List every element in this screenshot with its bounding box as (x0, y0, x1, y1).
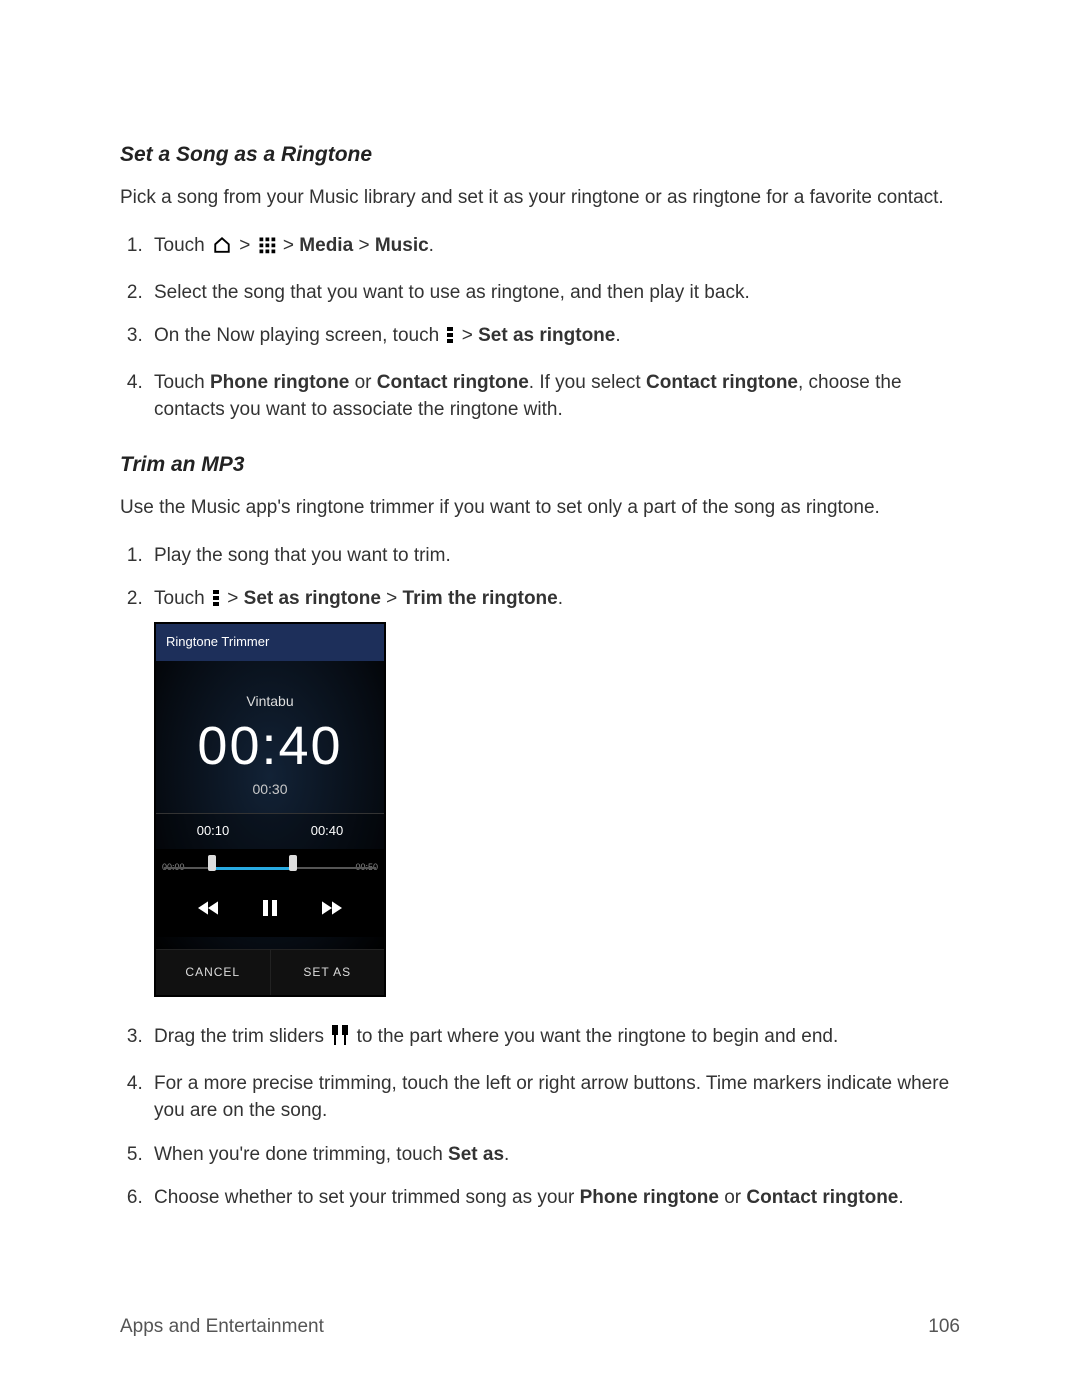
text: Touch (154, 235, 210, 256)
step-4: For a more precise trimming, touch the l… (148, 1070, 960, 1125)
contact-ringtone-label-2: Contact ringtone (646, 372, 798, 393)
contact-ringtone-label: Contact ringtone (377, 372, 529, 393)
gt: > (239, 235, 255, 256)
text: or (719, 1187, 746, 1208)
gt: > (358, 235, 374, 256)
slider-handle-left[interactable] (208, 855, 216, 871)
gt: > (227, 588, 243, 609)
heading-trim-mp3: Trim an MP3 (120, 450, 960, 480)
contact-ringtone-label: Contact ringtone (746, 1187, 898, 1208)
phone-ringtone-label: Phone ringtone (580, 1187, 719, 1208)
period: . (898, 1187, 903, 1208)
gt: > (283, 235, 299, 256)
page-footer: Apps and Entertainment 106 (120, 1313, 960, 1341)
track-name: Vintabu (156, 691, 384, 711)
desc-set-ringtone: Pick a song from your Music library and … (120, 184, 960, 212)
trim-slider[interactable]: 00:00 00:50 (156, 849, 384, 885)
text: Touch (154, 588, 210, 609)
period: . (558, 588, 563, 609)
home-icon (212, 235, 232, 263)
time-row: 00:10 00:40 (156, 813, 384, 849)
overflow-menu-icon (212, 588, 220, 616)
steps-trim-mp3-a: Play the song that you want to trim. Tou… (120, 542, 960, 997)
step-6: Choose whether to set your trimmed song … (148, 1184, 960, 1212)
pause-icon[interactable] (263, 897, 277, 925)
text: . If you select (529, 372, 646, 393)
period: . (429, 235, 434, 256)
set-as-ringtone-label: Set as ringtone (244, 588, 381, 609)
text: On the Now playing screen, touch (154, 325, 444, 346)
period: . (504, 1144, 509, 1165)
period: . (615, 325, 620, 346)
footer-page: 106 (928, 1313, 960, 1341)
trimmer-bottom-bar: CANCEL SET AS (156, 949, 384, 995)
heading-set-ringtone: Set a Song as a Ringtone (120, 140, 960, 170)
slider-fill (211, 867, 291, 870)
trimmer-title: Ringtone Trimmer (156, 624, 384, 661)
text: or (349, 372, 376, 393)
media-label: Media (299, 235, 353, 256)
step-3: On the Now playing screen, touch > Set a… (148, 322, 960, 353)
text: When you're done trimming, touch (154, 1144, 448, 1165)
rewind-icon[interactable] (198, 897, 218, 925)
gt: > (462, 325, 478, 346)
step-4: Touch Phone ringtone or Contact ringtone… (148, 369, 960, 424)
small-time: 00:30 (156, 779, 384, 799)
steps-trim-mp3-b: Drag the trim sliders to the part where … (120, 1023, 960, 1212)
right-time: 00:40 (311, 822, 344, 841)
step-5: When you're done trimming, touch Set as. (148, 1141, 960, 1169)
music-label: Music (375, 235, 429, 256)
step-2: Select the song that you want to use as … (148, 279, 960, 307)
trim-sliders-icon (331, 1025, 349, 1054)
cancel-button[interactable]: CANCEL (156, 950, 271, 995)
steps-set-ringtone: Touch > > Media > Music. Select the song… (120, 232, 960, 424)
overflow-menu-icon (446, 325, 454, 353)
forward-icon[interactable] (322, 897, 342, 925)
ringtone-trimmer-screenshot: Ringtone Trimmer Vintabu 00:40 00:30 00:… (154, 622, 386, 997)
text: Touch (154, 372, 210, 393)
step-1: Touch > > Media > Music. (148, 232, 960, 263)
footer-section: Apps and Entertainment (120, 1313, 324, 1341)
step-1: Play the song that you want to trim. (148, 542, 960, 570)
text: Choose whether to set your trimmed song … (154, 1187, 580, 1208)
big-time: 00:40 (156, 719, 384, 773)
gt: > (386, 588, 402, 609)
step-2: Touch > Set as ringtone > Trim the ringt… (148, 585, 960, 997)
phone-ringtone-label: Phone ringtone (210, 372, 349, 393)
step-3: Drag the trim sliders to the part where … (148, 1023, 960, 1054)
left-time: 00:10 (197, 822, 230, 841)
trim-the-ringtone-label: Trim the ringtone (403, 588, 558, 609)
set-as-ringtone-label: Set as ringtone (478, 325, 615, 346)
set-as-label: Set as (448, 1144, 504, 1165)
playback-controls (156, 885, 384, 937)
apps-grid-icon (258, 235, 276, 263)
trimmer-body: Vintabu 00:40 00:30 00:10 00:40 00:00 00… (156, 661, 384, 949)
slider-handle-right[interactable] (289, 855, 297, 871)
desc-trim-mp3: Use the Music app's ringtone trimmer if … (120, 494, 960, 522)
text: to the part where you want the ringtone … (357, 1026, 839, 1047)
text: Drag the trim sliders (154, 1026, 329, 1047)
set-as-button[interactable]: SET AS (271, 950, 385, 995)
